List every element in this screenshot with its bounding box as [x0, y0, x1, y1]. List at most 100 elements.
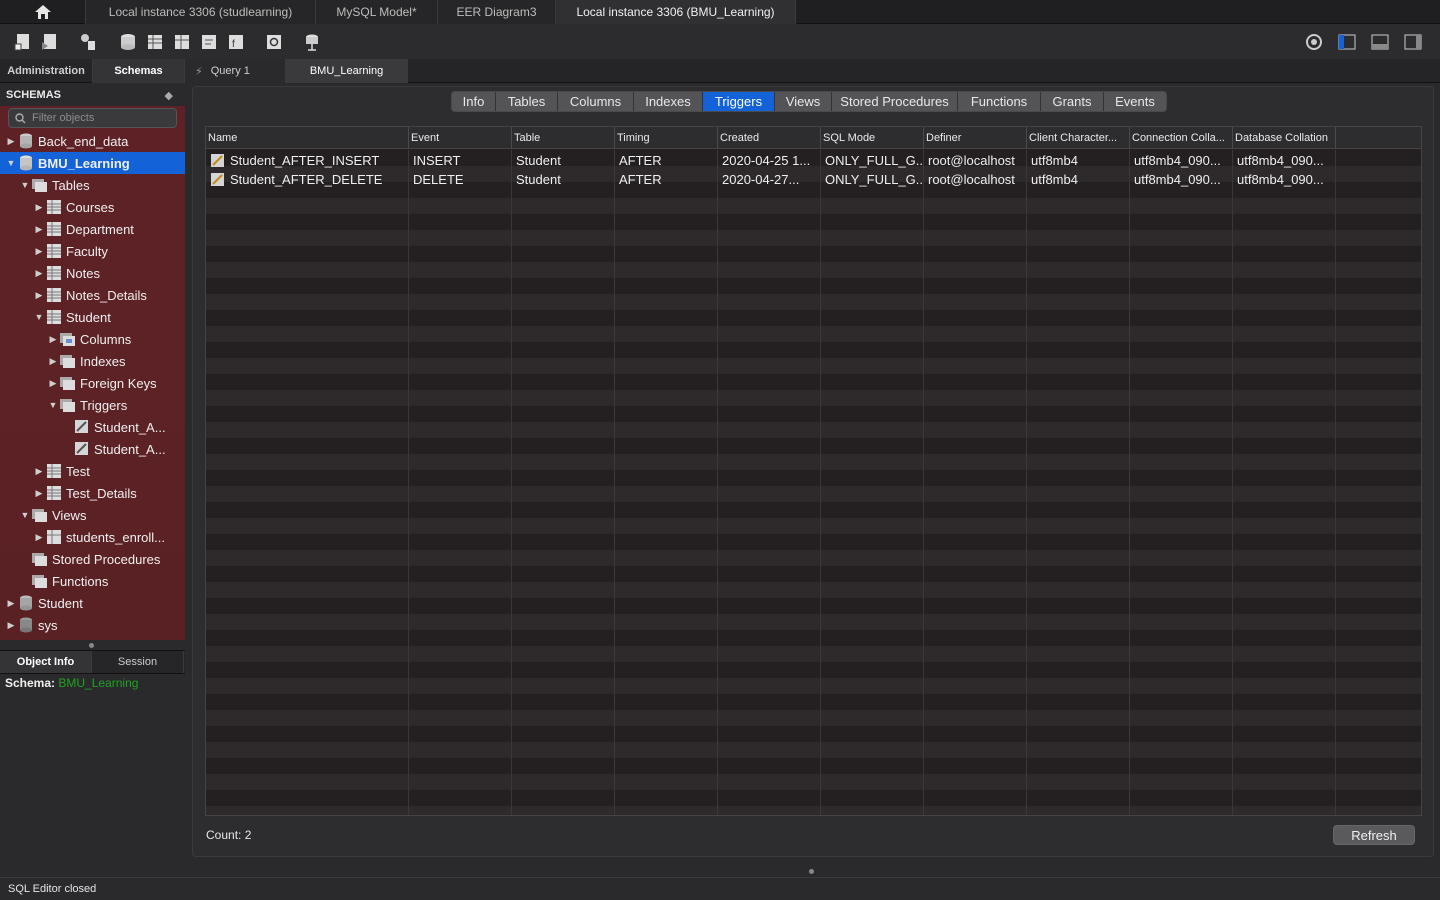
collapse-arrow-icon[interactable]: ▼: [20, 510, 30, 520]
table-row[interactable]: Student_AFTER_INSERT INSERT Student AFTE…: [206, 151, 1421, 170]
query-tab-query-1[interactable]: ⚡ Query 1: [185, 59, 286, 83]
collapse-arrow-icon[interactable]: ▼: [20, 180, 30, 190]
column-header-connection-collation[interactable]: Connection Colla...: [1130, 127, 1233, 149]
tree-schema-back-end-data[interactable]: ▶ Back_end_data: [6, 130, 128, 152]
expand-arrow-icon[interactable]: ▶: [6, 620, 16, 631]
create-view-icon[interactable]: [171, 31, 193, 53]
expand-arrow-icon[interactable]: ▶: [34, 224, 44, 235]
column-header-database-collation[interactable]: Database Collation: [1233, 127, 1336, 149]
document-tab-studlearning[interactable]: Local instance 3306 (studlearning): [86, 0, 316, 24]
create-function-icon[interactable]: f: [225, 31, 247, 53]
expand-arrow-icon[interactable]: ▶: [34, 246, 44, 257]
home-tab[interactable]: [0, 0, 86, 24]
tab-administration[interactable]: Administration: [0, 59, 93, 83]
filter-objects-input[interactable]: Filter objects: [8, 108, 177, 128]
sidebar-splitter-handle[interactable]: [89, 643, 94, 648]
expand-arrow-icon[interactable]: ▶: [48, 356, 58, 367]
tree-table-notes[interactable]: ▶ Notes: [34, 262, 100, 284]
tree-folder-foreign-keys[interactable]: ▶ Foreign Keys: [48, 372, 157, 394]
create-table-icon[interactable]: [144, 31, 166, 53]
toggle-sidebar-icon[interactable]: [1336, 31, 1358, 53]
tree-folder-functions[interactable]: Functions: [32, 570, 108, 592]
expand-arrow-icon[interactable]: ▶: [34, 466, 44, 477]
query-tab-bmu-learning[interactable]: BMU_Learning: [286, 59, 408, 83]
tab-triggers[interactable]: Triggers: [703, 92, 775, 111]
toggle-output-icon[interactable]: [1369, 31, 1391, 53]
create-procedure-icon[interactable]: [198, 31, 220, 53]
column-header-timing[interactable]: Timing: [615, 127, 718, 149]
column-header-table[interactable]: Table: [512, 127, 615, 149]
tab-events[interactable]: Events: [1104, 92, 1166, 111]
tree-folder-columns[interactable]: ▶ Columns: [48, 328, 132, 350]
table-icon: [46, 221, 62, 237]
tree-table-test-details[interactable]: ▶ Test_Details: [34, 482, 137, 504]
expand-arrow-icon[interactable]: ▶: [6, 136, 16, 147]
toggle-secondary-sidebar-icon[interactable]: [1402, 31, 1424, 53]
collapse-arrow-icon[interactable]: ▼: [6, 158, 16, 168]
row-stripe: [206, 806, 1421, 815]
column-header-client-character-set[interactable]: Client Character...: [1027, 127, 1130, 149]
document-tab-mysql-model[interactable]: MySQL Model*: [316, 0, 438, 24]
tree-view-students-enroll[interactable]: ▶ students_enroll...: [34, 526, 165, 548]
tree-table-courses[interactable]: ▶ Courses: [34, 196, 115, 218]
open-sql-script-icon[interactable]: [39, 31, 61, 53]
tree-table-student[interactable]: ▼ Student: [34, 306, 111, 328]
new-sql-tab-icon[interactable]: [12, 31, 34, 53]
tree-table-faculty[interactable]: ▶ Faculty: [34, 240, 108, 262]
tree-folder-tables[interactable]: ▼ Tables: [20, 174, 90, 196]
tree-trigger-student-after-delete[interactable]: Student_A...: [74, 438, 166, 460]
tree-table-department[interactable]: ▶ Department: [34, 218, 134, 240]
tree-folder-triggers[interactable]: ▼ Triggers: [48, 394, 128, 416]
tree-folder-stored-procedures[interactable]: Stored Procedures: [32, 548, 160, 570]
collapse-arrow-icon[interactable]: ▼: [48, 400, 58, 410]
cell-database-collation: utf8mb4_090...: [1233, 170, 1336, 189]
tab-object-info[interactable]: Object Info: [0, 651, 92, 673]
reconnect-icon[interactable]: [301, 31, 323, 53]
output-splitter-handle[interactable]: [809, 869, 814, 874]
tab-stored-procedures[interactable]: Stored Procedures: [832, 92, 958, 111]
tree-trigger-student-after-insert[interactable]: Student_A...: [74, 416, 166, 438]
tab-tables[interactable]: Tables: [496, 92, 558, 111]
tree-folder-views[interactable]: ▼ Views: [20, 504, 87, 526]
column-header-definer[interactable]: Definer: [924, 127, 1027, 149]
tab-schemas[interactable]: Schemas: [93, 59, 185, 83]
column-header-event[interactable]: Event: [409, 127, 512, 149]
expand-arrow-icon[interactable]: ▶: [34, 290, 44, 301]
create-schema-icon[interactable]: [117, 31, 139, 53]
tab-functions[interactable]: Functions: [958, 92, 1041, 111]
tree-schema-sys[interactable]: ▶ sys: [6, 614, 58, 636]
expand-arrow-icon[interactable]: ▶: [34, 532, 44, 543]
document-tab-eer-diagram[interactable]: EER Diagram3: [438, 0, 556, 24]
expand-arrow-icon[interactable]: ▶: [34, 488, 44, 499]
document-tab-bmu-learning[interactable]: Local instance 3306 (BMU_Learning): [556, 0, 796, 24]
expand-arrow-icon[interactable]: ▶: [34, 202, 44, 213]
tab-grants[interactable]: Grants: [1041, 92, 1104, 111]
tree-table-notes-details[interactable]: ▶ Notes_Details: [34, 284, 147, 306]
expand-arrow-icon[interactable]: ▶: [6, 598, 16, 609]
search-table-data-icon[interactable]: [263, 31, 285, 53]
table-row[interactable]: Student_AFTER_DELETE DELETE Student AFTE…: [206, 170, 1421, 189]
expand-arrow-icon[interactable]: ▶: [48, 378, 58, 389]
column-header-sql-mode[interactable]: SQL Mode: [821, 127, 924, 149]
refresh-schemas-icon[interactable]: ◆: [165, 89, 173, 102]
tree-folder-indexes[interactable]: ▶ Indexes: [48, 350, 126, 372]
collapse-arrow-icon[interactable]: ▼: [34, 312, 44, 322]
settings-icon[interactable]: [1303, 31, 1325, 53]
tree-schema-student[interactable]: ▶ Student: [6, 592, 83, 614]
cell-created: 2020-04-27...: [718, 170, 821, 189]
column-header-created[interactable]: Created: [718, 127, 821, 149]
row-stripe: [206, 678, 1421, 694]
inspector-icon[interactable]: [77, 31, 99, 53]
tree-schema-bmu-learning[interactable]: ▼ BMU_Learning: [0, 152, 185, 174]
tab-info[interactable]: Info: [452, 92, 496, 111]
expand-arrow-icon[interactable]: ▶: [48, 334, 58, 345]
expand-arrow-icon[interactable]: ▶: [34, 268, 44, 279]
refresh-button[interactable]: Refresh: [1333, 825, 1415, 845]
column-header-name[interactable]: Name: [206, 127, 409, 149]
tab-indexes[interactable]: Indexes: [634, 92, 703, 111]
tab-session[interactable]: Session: [92, 651, 184, 673]
tab-views[interactable]: Views: [775, 92, 832, 111]
tree-table-test[interactable]: ▶ Test: [34, 460, 90, 482]
tab-columns[interactable]: Columns: [558, 92, 634, 111]
triggers-grid: Name Event Table Timing Created SQL Mode…: [205, 126, 1422, 816]
